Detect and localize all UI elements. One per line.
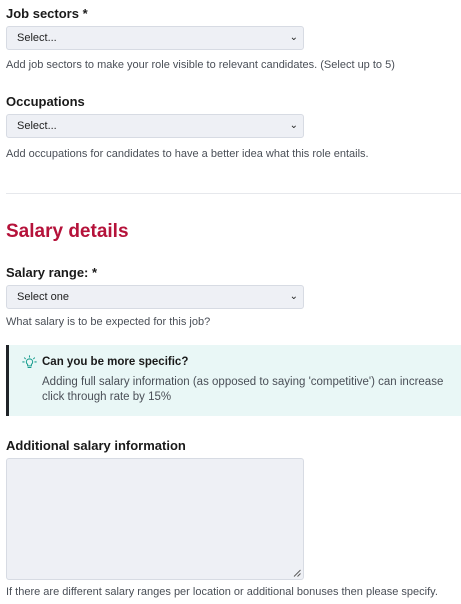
job-sectors-label: Job sectors *: [6, 6, 88, 21]
occupations-help: Add occupations for candidates to have a…: [6, 148, 369, 160]
salary-range-label: Salary range: *: [6, 265, 98, 280]
job-sectors-select-value: Select...: [17, 32, 57, 44]
salary-range-select[interactable]: Select one ⌄: [6, 285, 304, 309]
additional-salary-label: Additional salary information: [6, 438, 186, 453]
salary-details-title: Salary details: [6, 221, 129, 242]
chevron-down-icon: ⌄: [289, 291, 298, 302]
salary-tip-callout: Can you be more specific? Adding full sa…: [6, 345, 461, 416]
occupations-label: Occupations: [6, 94, 85, 109]
job-sectors-help: Add job sectors to make your role visibl…: [6, 59, 395, 71]
section-divider: [6, 193, 461, 194]
resize-handle-icon[interactable]: [293, 569, 301, 577]
salary-range-help: What salary is to be expected for this j…: [6, 316, 211, 328]
lightbulb-icon: [22, 355, 37, 368]
additional-salary-textarea[interactable]: [6, 458, 304, 580]
chevron-down-icon: ⌄: [289, 32, 298, 43]
callout-body: Adding full salary information (as oppos…: [42, 376, 444, 403]
additional-salary-help: If there are different salary ranges per…: [6, 586, 438, 598]
salary-range-select-value: Select one: [17, 291, 69, 303]
callout-title: Can you be more specific?: [42, 356, 189, 368]
occupations-select-value: Select...: [17, 120, 57, 132]
job-sectors-select[interactable]: Select... ⌄: [6, 26, 304, 50]
chevron-down-icon: ⌄: [289, 120, 298, 131]
occupations-select[interactable]: Select... ⌄: [6, 114, 304, 138]
